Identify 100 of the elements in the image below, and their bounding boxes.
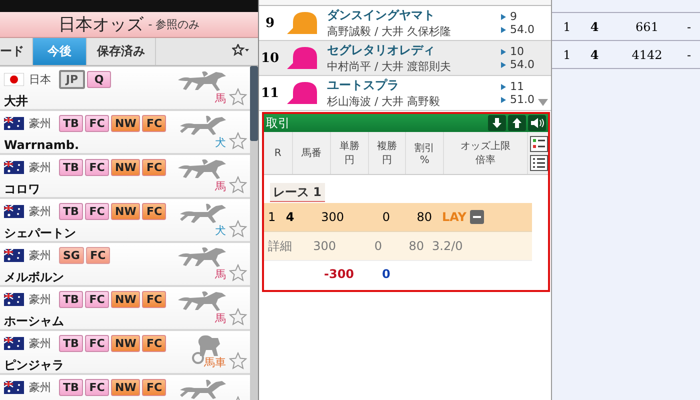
venue-row[interactable]: 豪州 SG FC メルボルン 馬 — [0, 243, 250, 285]
bet-type-tag: TB — [59, 115, 83, 132]
speaker-icon[interactable] — [528, 115, 546, 131]
bet-type-tag: NW — [111, 379, 140, 396]
list-icon[interactable] — [530, 154, 548, 170]
win-total: -300 — [324, 267, 354, 281]
bet-type-tag: FC — [142, 115, 166, 132]
runner-row[interactable]: 10 セグレタリオレディ 中村尚平 / 大井 渡部則夫 10 54.0 — [259, 41, 551, 76]
pointer-icon — [501, 26, 506, 32]
scroll-down-icon[interactable] — [538, 99, 548, 106]
bet-row[interactable]: 1 4 300 0 80 LAY — [264, 203, 532, 231]
bet-type-tag: FC — [86, 247, 110, 264]
table-cell-text: - — [687, 20, 692, 34]
bet-type-tag: FC — [142, 203, 166, 220]
star-dropdown-icon — [232, 44, 250, 56]
pointer-icon — [501, 96, 506, 102]
venue-row[interactable]: 豪州 TB FC NW FC コロワ 馬 — [0, 155, 250, 197]
venue-row[interactable]: 豪州 TB FC NW FC ホーシャム 馬 — [0, 287, 250, 329]
venue-row[interactable]: 豪州 TB FC NW FC — [0, 375, 250, 400]
bet-type-tag: FC — [85, 335, 109, 352]
column-header: 複勝 円 — [368, 132, 406, 174]
horse-name: セグレタリオレディ — [327, 42, 436, 59]
bet-type-tag: FC — [142, 335, 166, 352]
gate-number: 10 — [510, 45, 524, 58]
weight: 51.0 — [510, 93, 534, 106]
country-label: 豪州 — [29, 204, 51, 219]
racehorse-icon — [176, 246, 228, 268]
list-settings-icon[interactable] — [530, 136, 548, 152]
bet-cell-text: 300 — [320, 210, 344, 224]
star-icon[interactable] — [229, 132, 247, 150]
panel-subtitle: - 参照のみ — [148, 17, 200, 32]
venue-name: Warrnamb. — [4, 138, 80, 152]
bet-type-tag: NW — [111, 203, 140, 220]
scrollbar[interactable] — [250, 66, 258, 400]
bet-type-tag: JP — [59, 70, 85, 89]
star-icon[interactable] — [229, 88, 247, 106]
weight: 54.0 — [510, 58, 534, 71]
venue-name: ホーシャム — [4, 314, 64, 328]
runner-row[interactable]: 9 ダンスイングヤマト 高野誠毅 / 大井 久保杉隆 9 54.0 — [259, 6, 551, 41]
bet-type-tag: FC — [85, 115, 109, 132]
tab[interactable]: ード — [0, 38, 33, 65]
flag-icon — [4, 293, 24, 306]
remove-icon[interactable] — [470, 210, 484, 224]
bet-type-tag: NW — [111, 291, 140, 308]
flag-icon — [4, 205, 24, 218]
panel-title: 取引 — [266, 114, 290, 132]
star-icon[interactable] — [229, 220, 247, 238]
racehorse-icon — [176, 290, 228, 312]
table-cell-text: - — [687, 48, 692, 62]
venue-name: メルボルン — [4, 270, 64, 284]
venue-name: ピンジャラ — [4, 358, 64, 372]
bet-type-tag: FC — [85, 379, 109, 396]
runner-number: 9 — [264, 16, 276, 30]
venue-row[interactable]: 豪州 TB FC NW FC Warrnamb. 犬 — [0, 111, 250, 153]
venue-row[interactable]: 日本 JP Q 大井 馬 — [0, 67, 250, 109]
table-cell-text: 1 — [562, 20, 572, 34]
race-type-label: 馬 — [215, 179, 226, 194]
country-label: 豪州 — [29, 116, 51, 131]
flag-icon — [4, 249, 24, 262]
jockey-trainer: 高野誠毅 / 大井 久保杉隆 — [327, 24, 452, 39]
star-icon[interactable] — [229, 264, 247, 282]
venue-row[interactable]: 豪州 TB FC NW FC シェパートン 犬 — [0, 199, 250, 241]
bet-type-tag: FC — [142, 379, 166, 396]
detail-cell-text: 80 — [408, 239, 424, 253]
table-cell-text: 4 — [589, 48, 600, 62]
place-total: 0 — [382, 267, 390, 281]
race-type-label: 馬 — [215, 91, 226, 106]
flag-icon — [4, 73, 24, 86]
detail-cell-text: 詳細 — [267, 238, 293, 254]
bet-cell-text: 80 — [416, 210, 432, 224]
star-icon[interactable] — [229, 176, 247, 194]
column-header: 単勝 円 — [331, 132, 369, 174]
country-label: 豪州 — [29, 380, 51, 396]
bet-type-tag: TB — [59, 335, 83, 352]
detail-row[interactable]: 詳細 300 0 80 3.2/0 — [264, 231, 532, 260]
flag-icon — [4, 381, 24, 394]
flag-icon — [4, 337, 24, 350]
venue-row[interactable]: 豪州 TB FC NW FC ピンジャラ 馬車 — [0, 331, 250, 373]
bet-cell-text: 4 — [284, 210, 296, 224]
country-label: 日本 — [29, 72, 51, 87]
race-type-label: 馬 — [215, 267, 226, 282]
race-label: レース 1 — [270, 183, 325, 202]
venue-name: 大井 — [4, 94, 28, 108]
bet-type-tag: NW — [111, 335, 140, 352]
bet-cell-text: 0 — [381, 210, 390, 224]
bet-type-tag: TB — [59, 379, 83, 396]
bet-type-tag: NW — [111, 115, 140, 132]
star-icon[interactable] — [229, 352, 247, 370]
table-cell-text: 4142 — [630, 48, 664, 62]
venue-name: コロワ — [4, 182, 40, 196]
bet-type-tag: NW — [111, 159, 140, 176]
detail-cell-text: 300 — [312, 239, 336, 253]
runner-row[interactable]: 11 ユートスプラ 杉山海波 / 大井 高野毅 11 51.0 — [259, 76, 551, 111]
jockey-trainer: 中村尚平 / 大井 渡部則夫 — [327, 59, 452, 74]
star-icon[interactable] — [229, 308, 247, 326]
race-type-label: 馬 — [215, 311, 226, 326]
table-cell-text: 4 — [589, 20, 600, 34]
race-type-label: 馬車 — [204, 355, 226, 370]
pointer-icon — [501, 14, 506, 20]
flag-icon — [4, 161, 24, 174]
